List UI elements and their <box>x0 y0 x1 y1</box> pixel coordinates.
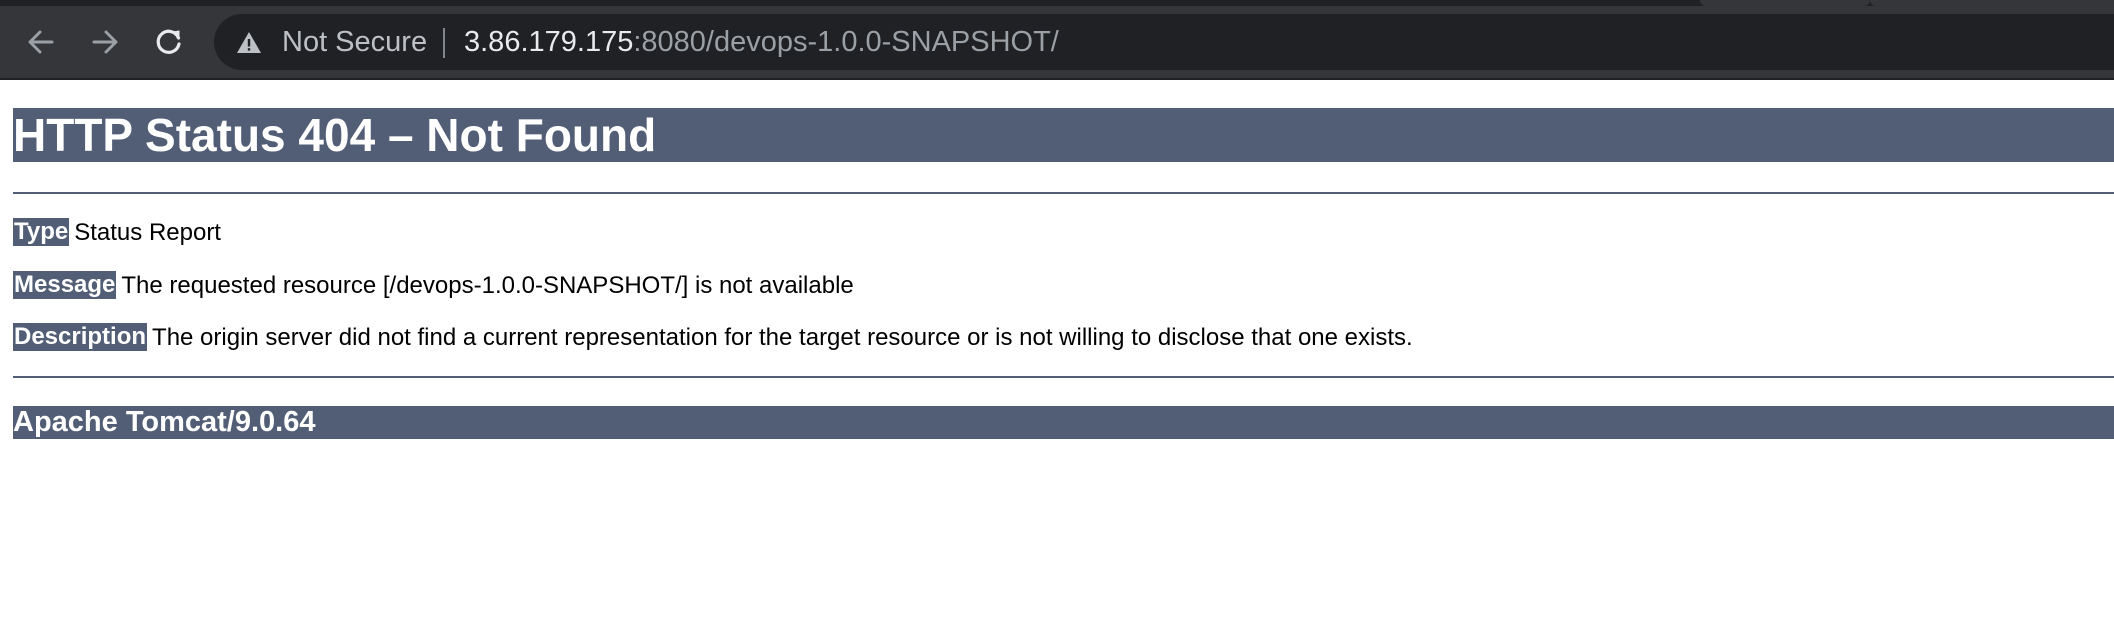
browser-toolbar: Not Secure 3.86.179.175:8080/devops-1.0.… <box>0 0 2114 80</box>
description-row: Description The origin server did not fin… <box>13 322 1413 354</box>
url-host: 3.86.179.175 <box>464 26 634 58</box>
forward-button[interactable] <box>85 22 125 62</box>
horizontal-rule <box>13 376 2114 378</box>
tab-edge <box>1870 0 2114 6</box>
reload-icon <box>156 29 181 54</box>
description-value: The origin server did not find a current… <box>152 324 1413 351</box>
warning-triangle-icon[interactable] <box>236 31 262 54</box>
message-value: The requested resource [/devops-1.0.0-SN… <box>121 272 854 299</box>
message-row: Message The requested resource [/devops-1… <box>13 270 854 302</box>
page-content: HTTP Status 404 – Not Found Type Status R… <box>0 80 2114 618</box>
description-label: Description <box>13 323 148 351</box>
url-path: :8080/devops-1.0.0-SNAPSHOT/ <box>633 26 1059 58</box>
horizontal-rule <box>13 192 2114 194</box>
type-value: Status Report <box>74 219 221 246</box>
url-text[interactable]: 3.86.179.175:8080/devops-1.0.0-SNAPSHOT/ <box>464 14 1059 70</box>
omnibox-separator <box>443 28 445 58</box>
server-info: Apache Tomcat/9.0.64 <box>13 406 2114 439</box>
address-bar[interactable]: Not Secure 3.86.179.175:8080/devops-1.0.… <box>214 14 2114 70</box>
arrow-left-icon <box>28 30 54 54</box>
arrow-right-icon <box>92 30 118 54</box>
security-status-label[interactable]: Not Secure <box>282 14 427 70</box>
back-button[interactable] <box>21 22 61 62</box>
reload-button[interactable] <box>149 22 189 62</box>
message-label: Message <box>13 271 117 299</box>
tab-edge <box>1700 0 1870 6</box>
type-label: Type <box>13 218 70 246</box>
type-row: Type Status Report <box>13 217 221 249</box>
page-title: HTTP Status 404 – Not Found <box>13 108 2114 162</box>
